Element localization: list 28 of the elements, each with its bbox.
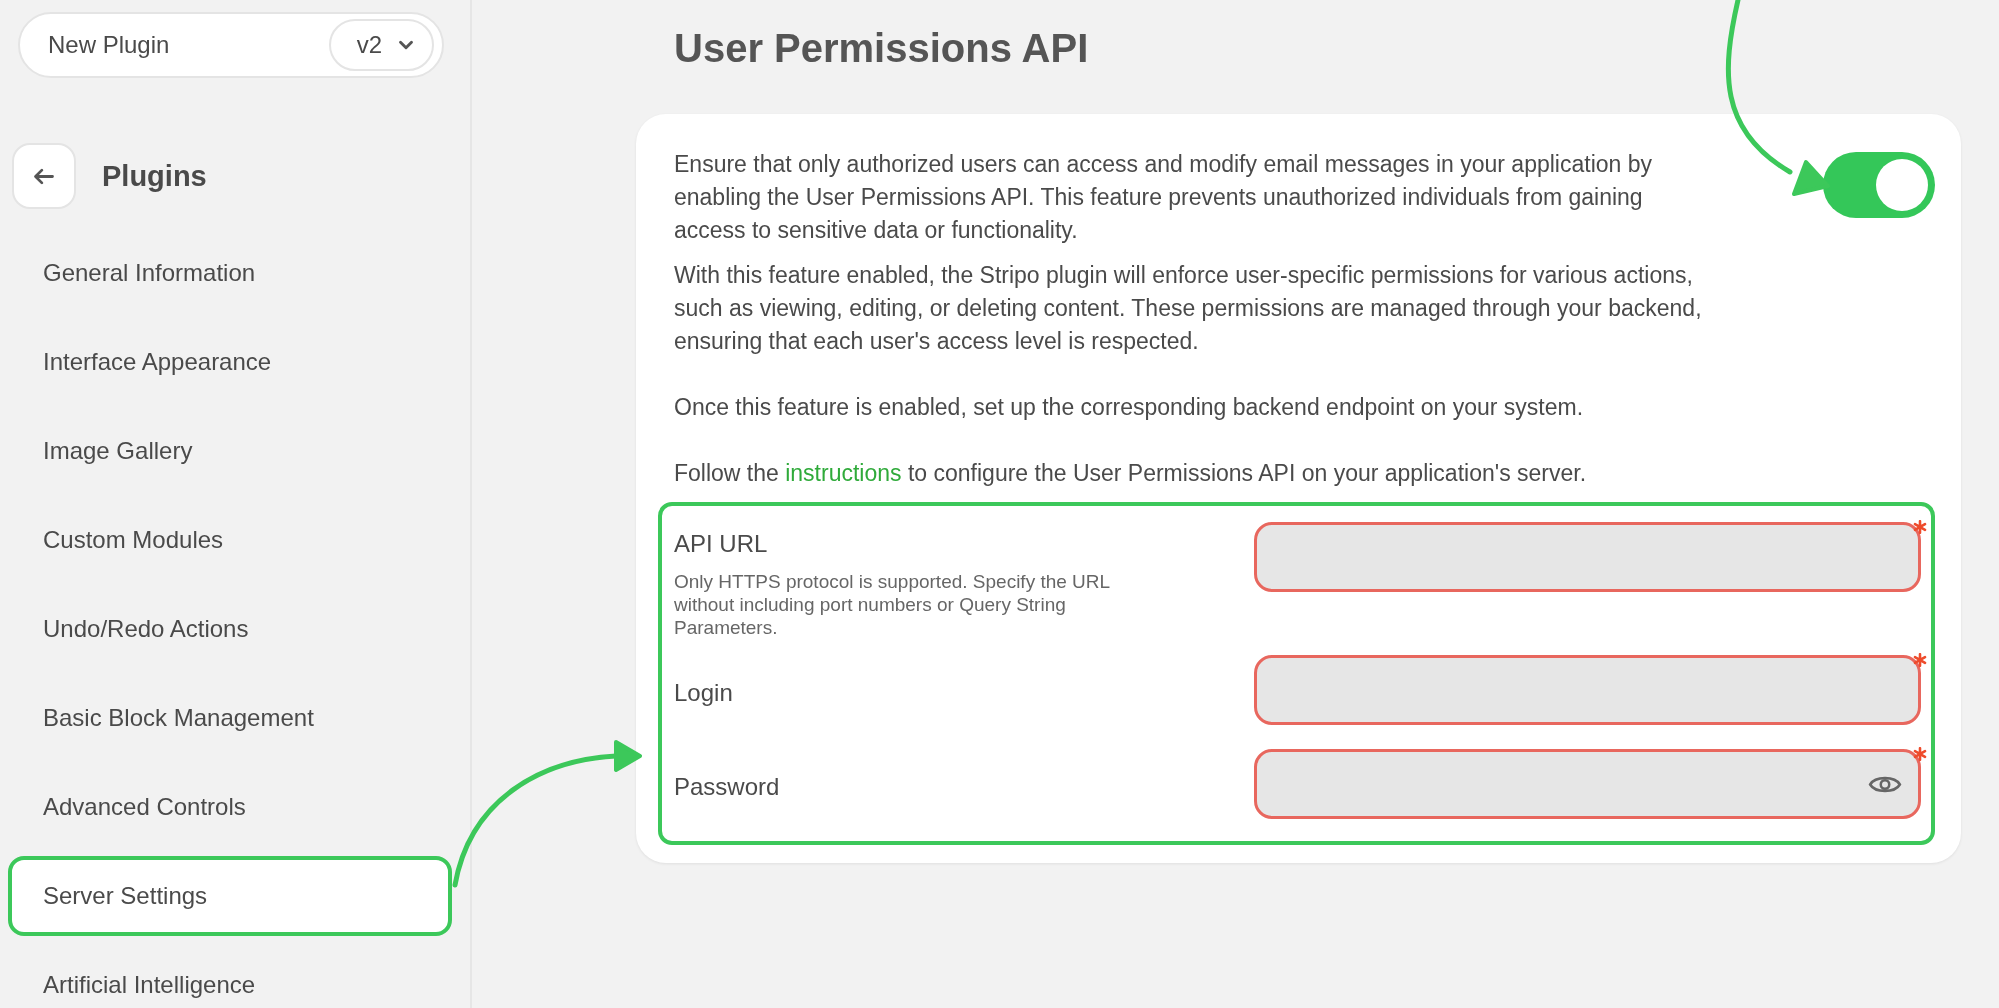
plugin-selector[interactable]: New Plugin v2 xyxy=(18,12,444,78)
description-text: Follow the instructions to configure the User Permissions API on your application's server. xyxy=(674,459,1588,488)
back-arrow-icon xyxy=(33,167,55,185)
sidebar-item[interactable]: General Information xyxy=(8,233,452,313)
plugin-name: New Plugin xyxy=(48,31,170,59)
field-label: Login xyxy=(674,679,734,707)
chevron-down-icon xyxy=(398,39,414,51)
page-title: User Permissions API xyxy=(674,25,1090,72)
sidebar-item[interactable]: Undo/Redo Actions xyxy=(8,589,452,669)
field-hint: Only HTTPS protocol is supported. Specify the URL without including port numbers or Query String Parameters. xyxy=(674,570,1111,639)
field-label: Password xyxy=(674,773,781,801)
input-field[interactable] xyxy=(1254,749,1921,819)
version-dropdown[interactable]: v2 xyxy=(328,19,434,71)
section-title: Plugins xyxy=(102,159,207,193)
sidebar-item[interactable]: Interface Appearance xyxy=(8,322,452,402)
input-field[interactable] xyxy=(1254,522,1921,592)
description-text: With this feature enabled, the Stripo plugin will enforce user-specific permissions for various actions, such as viewing, editing, or deleting content. These permissions are managed through your backend, ensuring that each user's access level is respected. xyxy=(674,261,1703,356)
sidebar-item[interactable]: Advanced Controls xyxy=(8,767,452,847)
sidebar-item[interactable]: Artificial Intelligence xyxy=(8,945,452,1008)
field-label: API URL xyxy=(674,530,769,558)
sidebar-item[interactable]: Server Settings xyxy=(8,856,452,936)
input-field[interactable] xyxy=(1254,655,1921,725)
sidebar-item[interactable]: Custom Modules xyxy=(8,500,452,580)
description-text: Ensure that only authorized users can access and modify email messages in your application by enabling the User Permissions API. This feature prevents unauthorized individuals from gaining access to sensitive data or functionality. xyxy=(674,150,1654,245)
back-button[interactable] xyxy=(12,143,76,209)
description-text: Once this feature is enabled, set up the corresponding backend endpoint on your system. xyxy=(674,393,1585,422)
sidebar-item[interactable]: Image Gallery xyxy=(8,411,452,491)
sidebar-item[interactable]: Basic Block Management xyxy=(8,678,452,758)
